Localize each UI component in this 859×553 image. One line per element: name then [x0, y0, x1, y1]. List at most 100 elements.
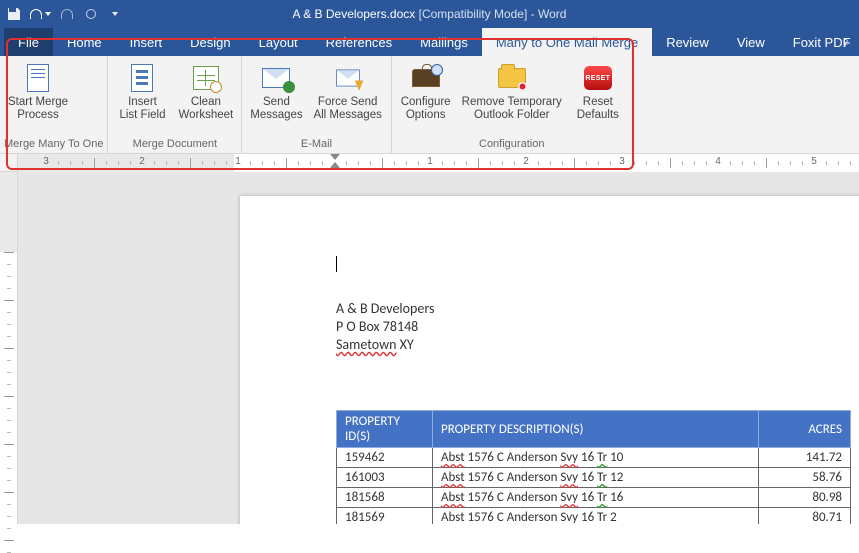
btn-label: Send — [263, 96, 290, 108]
tab-layout[interactable]: Layout — [245, 28, 312, 56]
tab-home[interactable]: Home — [53, 28, 116, 56]
cell-acres: 58.76 — [759, 468, 851, 488]
col-id: PROPERTY ID(S) — [337, 411, 433, 448]
property-table: PROPERTY ID(S) PROPERTY DESCRIPTION(S) A… — [336, 410, 851, 524]
btn-label: Configure — [401, 96, 451, 108]
toolbox-icon — [410, 62, 442, 94]
chevron-down-icon — [112, 12, 118, 16]
force-send-button[interactable]: Force SendAll Messages — [309, 60, 387, 137]
ruler-row: 32112345 — [0, 154, 859, 172]
clean-worksheet-button[interactable]: CleanWorksheet — [174, 60, 237, 137]
touch-mode-button[interactable] — [83, 6, 99, 22]
customize-qat-button[interactable] — [107, 6, 123, 22]
cell-acres: 80.71 — [759, 508, 851, 525]
chevron-down-icon[interactable] — [45, 12, 51, 16]
btn-label: Start Merge — [8, 96, 68, 108]
cell-id: 181569 — [337, 508, 433, 525]
redo-button[interactable] — [59, 6, 75, 22]
btn-label: Options — [406, 109, 446, 121]
vertical-ruler[interactable] — [0, 172, 18, 524]
remove-temp-folder-button[interactable]: Remove TemporaryOutlook Folder — [458, 60, 566, 137]
ribbon-group-configuration: ConfigureOptions Remove TemporaryOutlook… — [392, 56, 633, 153]
send-messages-button[interactable]: SendMessages — [246, 60, 306, 137]
table-row: 161003Abst 1576 C Anderson Svy 16 Tr 125… — [337, 468, 851, 488]
tab-many-to-one[interactable]: Many to One Mail Merge — [482, 28, 652, 56]
document-name: A & B Developers.docx — [293, 7, 416, 21]
cell-acres: 141.72 — [759, 448, 851, 468]
insert-list-field-button[interactable]: InsertList Field — [112, 60, 172, 137]
col-acres: ACRES — [759, 411, 851, 448]
page[interactable]: Sunday, 9 April 20 A & B Developers P O … — [240, 196, 859, 524]
table-header-row: PROPERTY ID(S) PROPERTY DESCRIPTION(S) A… — [337, 411, 851, 448]
btn-label: All Messages — [313, 109, 381, 121]
title-bar: A & B Developers.docx [Compatibility Mod… — [0, 0, 859, 28]
btn-label: List Field — [119, 109, 165, 121]
tab-references[interactable]: References — [312, 28, 406, 56]
cell-id: 161003 — [337, 468, 433, 488]
cell-desc: Abst 1576 C Anderson Svy 16 Tr 16 — [433, 488, 759, 508]
btn-label: Outlook Folder — [474, 109, 549, 121]
window-title: A & B Developers.docx [Compatibility Mod… — [0, 7, 859, 21]
tab-design[interactable]: Design — [176, 28, 244, 56]
worksheet-icon — [190, 62, 222, 94]
tab-review[interactable]: Review — [652, 28, 723, 56]
btn-label: Worksheet — [178, 109, 233, 121]
reset-defaults-button[interactable]: RESET ResetDefaults — [568, 60, 628, 137]
text-cursor — [336, 256, 337, 272]
addr-name: A & B Developers — [336, 300, 859, 318]
cell-desc: Abst 1576 C Anderson Svy 16 Tr 10 — [433, 448, 759, 468]
reset-icon: RESET — [582, 62, 614, 94]
cell-id: 159462 — [337, 448, 433, 468]
group-label: Configuration — [396, 137, 628, 153]
group-label: Merge Many To One — [4, 137, 103, 153]
addr-city: Sametown XY — [336, 336, 859, 354]
ribbon-group-merge-many: Start MergeProcess Merge Many To One — [0, 56, 108, 153]
save-icon[interactable] — [6, 6, 22, 22]
addr-line2: P O Box 78148 — [336, 318, 859, 336]
cell-desc: Abst 1576 C Anderson Svy 16 Tr 2 — [433, 508, 759, 525]
ribbon: Start MergeProcess Merge Many To One Ins… — [0, 56, 859, 154]
col-desc: PROPERTY DESCRIPTION(S) — [433, 411, 759, 448]
app-name: Word — [538, 7, 566, 21]
btn-label: Reset — [583, 96, 613, 108]
tell-me-icon[interactable]: ♀ — [841, 34, 852, 50]
document-icon — [22, 62, 54, 94]
table-row: 181569Abst 1576 C Anderson Svy 16 Tr 280… — [337, 508, 851, 525]
page-background[interactable]: Sunday, 9 April 20 A & B Developers P O … — [18, 172, 859, 524]
cell-desc: Abst 1576 C Anderson Svy 16 Tr 12 — [433, 468, 759, 488]
tab-insert[interactable]: Insert — [116, 28, 177, 56]
horizontal-ruler[interactable]: 32112345 — [18, 154, 859, 172]
cell-acres: 80.98 — [759, 488, 851, 508]
btn-label: Defaults — [577, 109, 619, 121]
tab-mailings[interactable]: Mailings — [406, 28, 482, 56]
title-sep: - — [531, 7, 538, 21]
touch-icon — [86, 9, 96, 19]
tab-file[interactable]: File — [4, 28, 53, 56]
btn-label: Messages — [250, 109, 302, 121]
configure-options-button[interactable]: ConfigureOptions — [396, 60, 456, 137]
btn-label: Force Send — [318, 96, 377, 108]
btn-label: Insert — [128, 96, 157, 108]
btn-label: Remove Temporary — [462, 96, 562, 108]
envelope-bolt-icon — [332, 62, 364, 94]
group-label: Merge Document — [112, 137, 237, 153]
undo-button[interactable] — [30, 9, 51, 19]
compat-mode: [Compatibility Mode] — [419, 7, 528, 21]
document-area: 32112345 Sunday, 9 April 20 A & B Develo… — [0, 154, 859, 524]
address-block: A & B Developers P O Box 78148 Sametown … — [336, 300, 859, 354]
table-row: 159462Abst 1576 C Anderson Svy 16 Tr 101… — [337, 448, 851, 468]
ribbon-tabs: File Home Insert Design Layout Reference… — [0, 28, 859, 56]
ribbon-group-merge-document: InsertList Field CleanWorksheet Merge Do… — [108, 56, 242, 153]
tab-view[interactable]: View — [723, 28, 779, 56]
redo-icon — [61, 9, 73, 19]
list-field-icon — [126, 62, 158, 94]
indent-marker[interactable] — [330, 154, 340, 170]
folder-delete-icon — [496, 62, 528, 94]
envelope-people-icon — [260, 62, 292, 94]
ruler-corner[interactable] — [0, 154, 18, 172]
btn-label: Clean — [191, 96, 221, 108]
table-row: 181568Abst 1576 C Anderson Svy 16 Tr 168… — [337, 488, 851, 508]
ribbon-group-email: SendMessages Force SendAll Messages E-Ma… — [242, 56, 391, 153]
start-merge-button[interactable]: Start MergeProcess — [4, 60, 72, 137]
group-label: E-Mail — [246, 137, 386, 153]
